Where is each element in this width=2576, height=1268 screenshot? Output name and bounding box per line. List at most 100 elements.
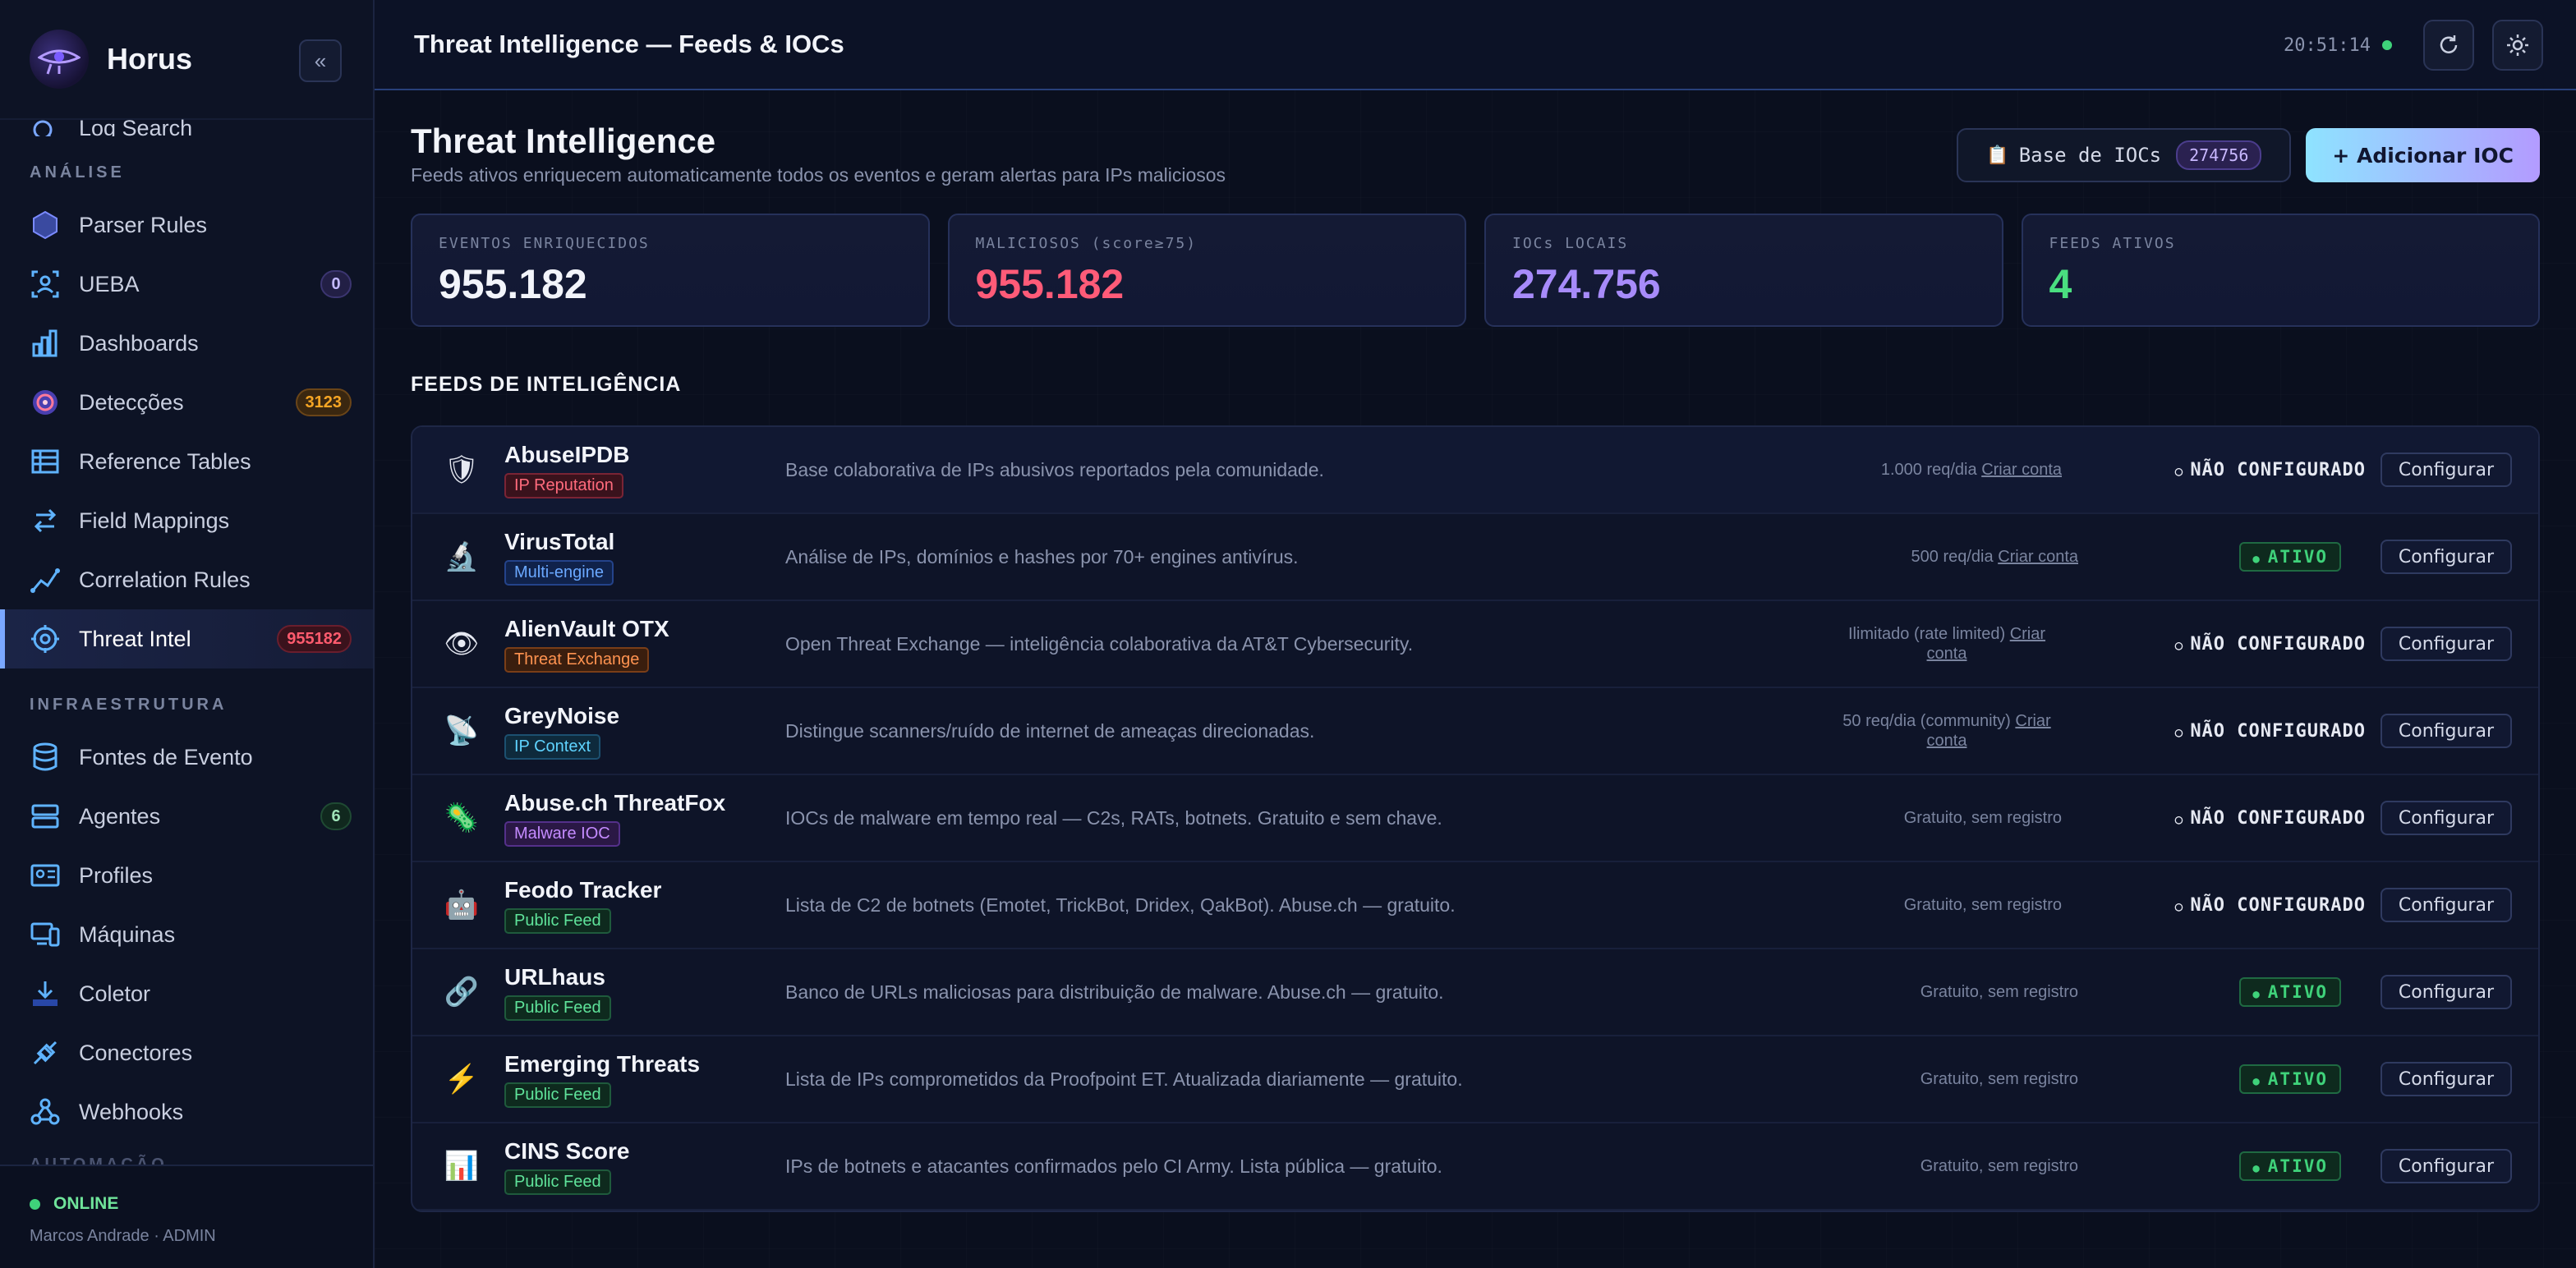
status-badge: ATIVO (2239, 542, 2341, 572)
topbar-actions: 20:51:14 (2284, 20, 2543, 71)
feed-row: 🔬 VirusTotal Multi-engine Análise de IPs… (412, 514, 2538, 601)
sidebar-item-reference-tables[interactable]: Reference Tables (0, 432, 373, 491)
sidebar-item-label: Coletor (79, 981, 151, 1006)
feed-description: Análise de IPs, domínios e hashes por 70… (785, 545, 1299, 567)
feed-status: NÃO CONFIGURADO (2175, 808, 2366, 829)
feed-tag: Public Feed (504, 995, 611, 1021)
feed-limit-text: 50 req/dia (community) (1842, 712, 2011, 730)
feed-rate-limit: 50 req/dia (community) Criar conta (1832, 711, 2062, 751)
sidebar-footer: ONLINE Marcos Andrade · ADMIN (0, 1165, 373, 1268)
feed-rate-limit: 500 req/dia Criar conta (1848, 547, 2078, 567)
feed-row: 📊 CINS Score Public Feed IPs de botnets … (412, 1123, 2538, 1211)
configure-button[interactable]: Configurar (2380, 975, 2512, 1009)
feed-limit-text: Gratuito, sem registro (1920, 983, 2078, 1001)
feed-tag: Public Feed (504, 1082, 611, 1108)
sidebar-item-ueba[interactable]: UEBA 0 (0, 255, 373, 314)
feed-limit-text: Gratuito, sem registro (1920, 1070, 2078, 1088)
sidebar-item-label: Webhooks (79, 1099, 184, 1124)
bar-chart-icon (32, 329, 58, 357)
sidebar-item-label: Parser Rules (79, 212, 208, 237)
sidebar-item-label: Dashboards (79, 330, 199, 356)
sidebar-item-fontes-de-evento[interactable]: Fontes de Evento (0, 728, 373, 787)
brand-name: Horus (107, 42, 193, 76)
status-badge: NÃO CONFIGURADO (2175, 808, 2366, 829)
configure-button[interactable]: Configurar (2380, 1062, 2512, 1096)
stat-label: EVENTOS ENRIQUECIDOS (439, 235, 650, 252)
feed-row: 🤖 Feodo Tracker Public Feed Lista de C2 … (412, 862, 2538, 949)
settings-button[interactable] (2492, 20, 2543, 71)
feed-limit-text: Gratuito, sem registro (1903, 896, 2062, 914)
sidebar-item-log-search[interactable]: Log Search (0, 103, 373, 136)
feed-name: Abuse.ch ThreatFox (504, 789, 726, 815)
configure-button[interactable]: Configurar (2380, 540, 2512, 574)
feed-title-block: GreyNoise IP Context (504, 703, 784, 760)
ioc-base-button[interactable]: 📋 Base de IOCs 274756 (1957, 128, 2292, 182)
page-actions: 📋 Base de IOCs 274756 + Adicionar IOC (1957, 128, 2540, 182)
feed-name: URLhaus (504, 963, 605, 990)
feed-row: 📡 GreyNoise IP Context Distingue scanner… (412, 688, 2538, 775)
sidebar-item-profiles[interactable]: Profiles (0, 846, 373, 905)
count-badge: 6 (320, 802, 352, 830)
topbar-title: Threat Intelligence — Feeds & IOCs (414, 30, 844, 58)
feed-title-block: CINS Score Public Feed (504, 1138, 784, 1195)
feed-description: Base colaborativa de IPs abusivos report… (785, 458, 1324, 480)
sidebar-item-agentes[interactable]: Agentes 6 (0, 787, 373, 846)
create-account-link[interactable]: Criar conta (1981, 461, 2062, 479)
feed-row: 👁 AlienVault OTX Threat Exchange Open Th… (412, 601, 2538, 688)
table-icon (31, 449, 59, 474)
configure-button[interactable]: Configurar (2380, 801, 2512, 835)
sidebar-section-title: ANÁLISE (30, 163, 125, 181)
configure-button[interactable]: Configurar (2380, 888, 2512, 922)
configure-button[interactable]: Configurar (2380, 714, 2512, 748)
live-dot-icon (2382, 40, 2392, 50)
create-account-link[interactable]: Criar conta (1998, 548, 2078, 566)
feed-description: Open Threat Exchange — inteligência cola… (785, 632, 1414, 655)
feed-limit-text: 1.000 req/dia (1880, 461, 1977, 479)
sidebar-item-label: Agentes (79, 803, 161, 829)
configure-button[interactable]: Configurar (2380, 627, 2512, 661)
ioc-base-label: Base de IOCs (2018, 144, 2162, 167)
search-icon (33, 120, 53, 136)
page-header: Threat Intelligence Feeds ativos enrique… (411, 90, 2540, 205)
feed-tag: IP Reputation (504, 472, 623, 498)
feed-tag: IP Context (504, 733, 601, 760)
feed-tag: Public Feed (504, 907, 611, 934)
feed-limit-text: Gratuito, sem registro (1920, 1157, 2078, 1175)
sidebar-item-label: Threat Intel (79, 626, 191, 651)
hexagon-icon (33, 210, 58, 240)
add-ioc-button[interactable]: + Adicionar IOC (2306, 128, 2540, 182)
sidebar-item-maquinas[interactable]: Máquinas (0, 905, 373, 964)
status-dot-icon (30, 1198, 40, 1210)
stat-card-malicious: MALICIOSOS (score≥75) 955.182 (947, 214, 1466, 327)
feed-status: ATIVO (2239, 1151, 2366, 1181)
sidebar-item-label: Correlation Rules (79, 567, 251, 592)
feed-rate-limit: 1.000 req/dia Criar conta (1832, 460, 2062, 480)
sidebar-item-webhooks[interactable]: Webhooks (0, 1082, 373, 1142)
configure-button[interactable]: Configurar (2380, 1149, 2512, 1183)
chart-icon: 📊 (444, 1151, 480, 1182)
feed-rate-limit: Gratuito, sem registro (1848, 982, 2078, 1002)
feed-row: 🛡 AbuseIPDB IP Reputation Base colaborat… (412, 427, 2538, 514)
feed-description: Lista de C2 de botnets (Emotet, TrickBot… (785, 894, 1456, 916)
sidebar-item-threat-intel[interactable]: Threat Intel 955182 (0, 609, 373, 668)
feed-tag: Malware IOC (504, 820, 620, 847)
feed-description: IOCs de malware em tempo real — C2s, RAT… (785, 806, 1442, 829)
main-content: Threat Intelligence — Feeds & IOCs 20:51… (375, 0, 2576, 1268)
feed-status: ATIVO (2239, 1064, 2366, 1094)
feed-name: VirusTotal (504, 528, 615, 554)
feed-status: NÃO CONFIGURADO (2175, 895, 2366, 916)
sidebar-item-parser-rules[interactable]: Parser Rules (0, 195, 373, 255)
sidebar-item-dashboards[interactable]: Dashboards (0, 314, 373, 373)
status-badge: NÃO CONFIGURADO (2175, 721, 2366, 742)
sidebar-item-field-mappings[interactable]: Field Mappings (0, 491, 373, 550)
sidebar-item-deteccoes[interactable]: Detecções 3123 (0, 373, 373, 432)
configure-button[interactable]: Configurar (2380, 453, 2512, 487)
sidebar-item-coletor[interactable]: Coletor (0, 964, 373, 1023)
feeds-list: 🛡 AbuseIPDB IP Reputation Base colaborat… (411, 425, 2540, 1212)
collapse-sidebar-button[interactable]: « (299, 39, 342, 82)
sidebar-item-conectores[interactable]: Conectores (0, 1023, 373, 1082)
clipboard-icon: 📋 (1986, 145, 2009, 166)
plug-icon (33, 1041, 58, 1065)
refresh-button[interactable] (2423, 20, 2474, 71)
sidebar-item-correlation-rules[interactable]: Correlation Rules (0, 550, 373, 609)
